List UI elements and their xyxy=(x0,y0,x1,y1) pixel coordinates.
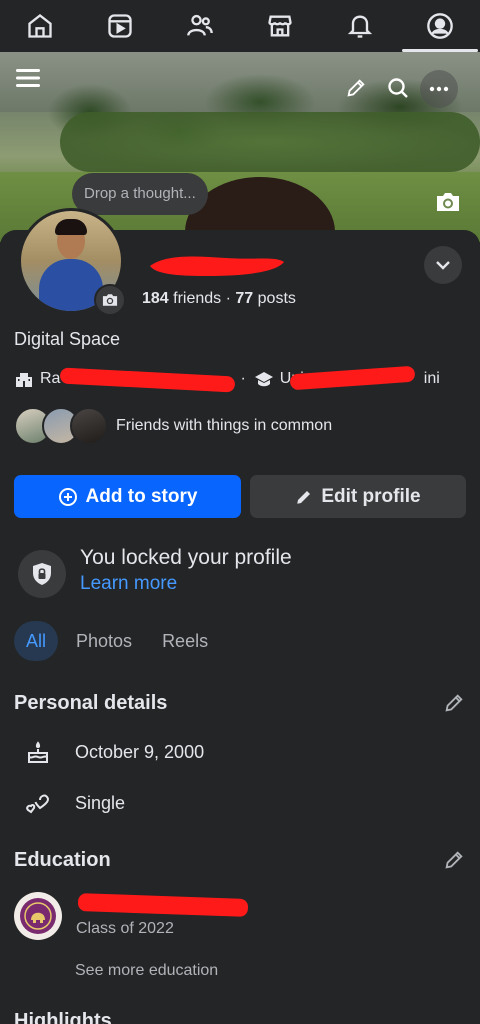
building-icon xyxy=(16,373,32,387)
profile-stats: 184 friends · 77 posts xyxy=(142,290,296,308)
nav-video[interactable] xyxy=(80,0,160,52)
highlights-title: Highlights xyxy=(14,1010,112,1024)
thought-bubble[interactable]: Drop a thought... xyxy=(72,173,208,215)
camera-icon xyxy=(437,193,459,211)
workplace-separator: · xyxy=(240,370,246,387)
menu-icon xyxy=(16,69,40,87)
education-title: Education xyxy=(14,849,111,871)
relationship-row: Single xyxy=(22,788,125,818)
bio-text: Digital Space xyxy=(14,329,121,349)
friends-label: friends xyxy=(173,290,222,307)
chevron-down-icon xyxy=(436,261,450,270)
cake-icon xyxy=(28,741,48,763)
relationship-text: Single xyxy=(75,792,126,813)
learn-more-link[interactable]: Learn more xyxy=(80,573,177,595)
cover-camera-button[interactable] xyxy=(430,184,466,220)
marketplace-icon xyxy=(268,15,292,37)
more-options-button[interactable] xyxy=(420,70,458,108)
add-story-icon xyxy=(58,487,77,506)
nav-marketplace[interactable] xyxy=(240,0,320,52)
edit-profile-button[interactable]: Edit profile xyxy=(250,475,466,518)
class-of-text: Class of 2022 xyxy=(76,920,174,937)
shield-lock-icon xyxy=(33,563,51,585)
menu-button[interactable] xyxy=(10,60,46,96)
education-tail: ini xyxy=(423,370,440,387)
nav-home[interactable] xyxy=(0,0,80,52)
video-icon xyxy=(108,14,132,38)
tab-photos[interactable]: Photos xyxy=(64,621,144,661)
tab-reels[interactable]: Reels xyxy=(150,621,220,661)
personal-details-title: Personal details xyxy=(14,692,168,714)
add-to-story-button[interactable]: Add to story xyxy=(14,475,241,518)
birthday-row: October 9, 2000 xyxy=(22,737,204,767)
mutual-friends-row[interactable]: Friends with things in common xyxy=(14,405,332,447)
university-seal-icon xyxy=(20,898,56,934)
mutual-friends-text: Friends with things in common xyxy=(116,417,333,434)
workplace-text[interactable]: Ra xyxy=(40,370,60,388)
see-more-education-link[interactable]: See more education xyxy=(75,962,218,980)
edit-education-button[interactable] xyxy=(440,846,468,874)
profile-icon xyxy=(427,13,453,39)
search-icon xyxy=(388,78,408,98)
profile-dropdown-button[interactable] xyxy=(424,246,462,284)
heart-icon xyxy=(26,794,50,814)
search-button[interactable] xyxy=(382,72,414,104)
name-redaction xyxy=(150,256,284,276)
nav-profile[interactable] xyxy=(400,0,480,52)
add-to-story-label: Add to story xyxy=(85,485,198,507)
tab-all[interactable]: All xyxy=(14,621,59,661)
pencil-icon xyxy=(445,694,463,712)
edit-profile-label: Edit profile xyxy=(321,485,421,507)
nav-notifications[interactable] xyxy=(320,0,400,52)
posts-label: posts xyxy=(257,290,296,307)
more-icon xyxy=(429,86,449,92)
friends-count[interactable]: 184 xyxy=(142,290,169,307)
profile-tabs: All Photos Reels xyxy=(14,621,220,661)
posts-count[interactable]: 77 xyxy=(235,290,253,307)
lock-title: You locked your profile xyxy=(80,546,292,569)
school-logo[interactable] xyxy=(14,892,62,940)
pencil-icon xyxy=(297,490,311,504)
pencil-icon xyxy=(445,851,463,869)
stats-separator: · xyxy=(221,290,236,307)
pencil-icon xyxy=(347,79,365,97)
avatar-camera-button[interactable] xyxy=(94,284,126,316)
lock-badge xyxy=(18,550,66,598)
home-icon xyxy=(28,14,52,38)
bell-icon xyxy=(347,15,373,38)
top-nav xyxy=(0,0,480,52)
nav-friends[interactable] xyxy=(160,0,240,52)
school-icon xyxy=(254,372,273,387)
birthday-text: October 9, 2000 xyxy=(75,741,205,762)
camera-icon xyxy=(102,294,118,306)
edit-cover-button[interactable] xyxy=(340,72,372,104)
friends-icon xyxy=(187,14,213,36)
friend-avatar xyxy=(70,407,108,445)
edit-personal-details-button[interactable] xyxy=(440,689,468,717)
